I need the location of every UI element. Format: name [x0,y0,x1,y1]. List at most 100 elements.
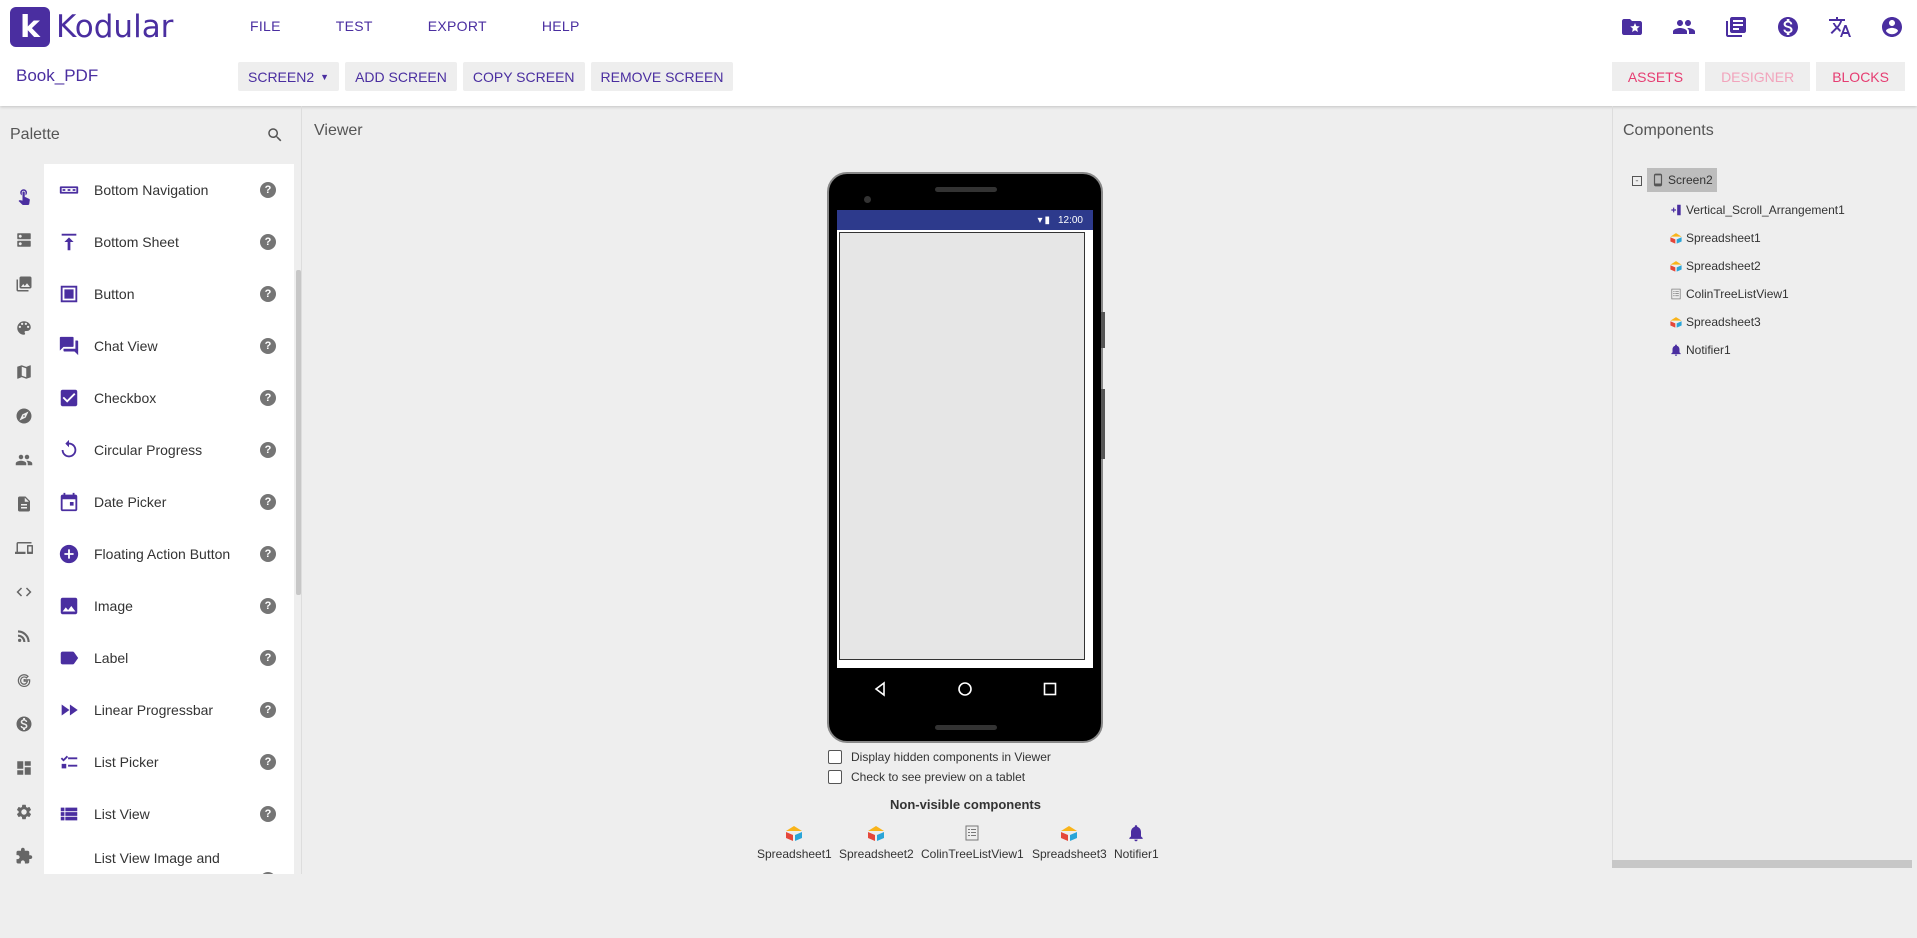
touch-icon[interactable] [10,174,38,218]
palette-item-list-view-image[interactable]: List View Image and ? [44,840,294,874]
add-screen-button[interactable]: ADD SCREEN [345,62,457,91]
palette-item-image[interactable]: Image ? [44,580,294,632]
palette-item-label: List View Image and [94,850,220,866]
spreadsheet-icon [1670,261,1682,272]
help-icon[interactable]: ? [260,872,276,874]
palette-item-date-picker[interactable]: Date Picker ? [44,476,294,528]
button-icon [58,283,80,305]
palette-item-chat-view[interactable]: Chat View ? [44,320,294,372]
palette-item-label: Image [94,598,133,614]
tree-item-spreadsheet2[interactable]: Spreadsheet2 [1669,256,1761,276]
blocks-button[interactable]: BLOCKS [1816,62,1905,91]
translate-icon[interactable] [1827,14,1853,40]
monetization-icon[interactable] [10,702,38,746]
help-icon[interactable]: ? [260,234,276,250]
dollar-icon[interactable] [1775,14,1801,40]
settings-icon[interactable] [10,790,38,834]
help-icon[interactable]: ? [260,494,276,510]
palette-item-label: List Picker [94,754,159,770]
extension-icon[interactable] [10,834,38,878]
help-icon[interactable]: ? [260,702,276,718]
copy-screen-button[interactable]: COPY SCREEN [462,62,585,91]
components-horizontal-scrollbar[interactable] [1612,860,1912,868]
menu-help[interactable]: HELP [542,18,580,34]
tree-item-vertical-scroll[interactable]: Vertical_Scroll_Arrangement1 [1669,200,1845,220]
help-icon[interactable]: ? [260,806,276,822]
help-icon[interactable]: ? [260,650,276,666]
nonvisible-spreadsheet1[interactable]: Spreadsheet1 [757,823,832,861]
vertical-scroll-arrangement[interactable] [839,232,1085,660]
palette-item-bottom-sheet[interactable]: Bottom Sheet ? [44,216,294,268]
phone-side-button [1101,312,1105,348]
help-icon[interactable]: ? [260,390,276,406]
status-time: 12:00 [1057,214,1083,226]
menu-export[interactable]: EXPORT [428,18,487,34]
help-icon[interactable]: ? [260,338,276,354]
help-icon[interactable]: ? [260,754,276,770]
components-panel: Components - Screen2 Vertical_Scroll_Arr… [1612,106,1917,866]
palette-scrollbar[interactable] [296,270,301,595]
screen-select-dropdown[interactable]: SCREEN2 ▼ [238,62,340,91]
tree-item-spreadsheet1[interactable]: Spreadsheet1 [1669,228,1761,248]
tree-item-label: Notifier1 [1686,343,1731,357]
code-icon[interactable] [10,570,38,614]
palette-item-label: Bottom Navigation [94,182,209,198]
help-icon[interactable]: ? [260,546,276,562]
layout-icon[interactable] [10,218,38,262]
help-icon[interactable]: ? [260,182,276,198]
nonvisible-colintreelistview1[interactable]: ColinTreeListView1 [921,823,1024,861]
spreadsheet-icon [1059,823,1079,843]
library-icon[interactable] [1723,14,1749,40]
designer-button[interactable]: DESIGNER [1705,62,1811,91]
drawing-icon[interactable] [10,306,38,350]
palette-item-bottom-navigation[interactable]: Bottom Navigation ? [44,164,294,216]
help-icon[interactable]: ? [260,598,276,614]
remove-screen-button[interactable]: REMOVE SCREEN [590,62,734,91]
tree-item-colintreelistview1[interactable]: ColinTreeListView1 [1669,284,1789,304]
help-icon[interactable]: ? [260,286,276,302]
maps-icon[interactable] [10,350,38,394]
google-icon[interactable] [10,658,38,702]
phone-mockup: ▾▮ 12:00 [827,172,1105,743]
logo-mark: k [10,7,50,47]
kodular-logo[interactable]: k Kodular [10,7,173,47]
media-icon[interactable] [10,262,38,306]
spreadsheet-icon [1670,317,1682,328]
display-hidden-checkbox[interactable] [828,750,842,764]
palette-item-checkbox[interactable]: Checkbox ? [44,372,294,424]
social-icon[interactable] [10,438,38,482]
assets-button[interactable]: ASSETS [1611,62,1700,91]
palette-item-linear-progressbar[interactable]: Linear Progressbar ? [44,684,294,736]
tree-item-spreadsheet3[interactable]: Spreadsheet3 [1669,312,1761,332]
menu-test[interactable]: TEST [336,18,373,34]
account-icon[interactable] [1879,14,1905,40]
palette-item-button[interactable]: Button ? [44,268,294,320]
palette-item-list-view[interactable]: List View ? [44,788,294,840]
sensors-icon[interactable] [10,394,38,438]
palette-item-label[interactable]: Label ? [44,632,294,684]
palette-item-list-picker[interactable]: List Picker ? [44,736,294,788]
feed-icon[interactable] [10,614,38,658]
linear-progressbar-icon [58,699,80,721]
bell-icon [1671,344,1681,356]
nonvisible-spreadsheet3[interactable]: Spreadsheet3 [1032,823,1107,861]
tree-item-label: Vertical_Scroll_Arrangement1 [1686,203,1845,217]
screen-canvas[interactable] [837,230,1093,668]
tablet-preview-checkbox[interactable] [828,770,842,784]
help-icon[interactable]: ? [260,442,276,458]
tree-item-notifier1[interactable]: Notifier1 [1669,340,1731,360]
tree-item-screen2[interactable]: Screen2 [1647,168,1717,192]
folder-star-icon[interactable] [1619,14,1645,40]
display-hidden-row: Display hidden components in Viewer [828,750,1051,764]
nonvisible-notifier1[interactable]: Notifier1 [1114,823,1159,861]
collapse-toggle[interactable]: - [1632,176,1642,186]
nonvisible-spreadsheet2[interactable]: Spreadsheet2 [839,823,914,861]
connectivity-icon[interactable] [10,526,38,570]
search-icon[interactable] [266,126,286,146]
menu-file[interactable]: FILE [250,18,281,34]
dashboard-icon[interactable] [10,746,38,790]
palette-item-floating-action-button[interactable]: Floating Action Button ? [44,528,294,580]
palette-item-circular-progress[interactable]: Circular Progress ? [44,424,294,476]
people-icon[interactable] [1671,14,1697,40]
storage-icon[interactable] [10,482,38,526]
